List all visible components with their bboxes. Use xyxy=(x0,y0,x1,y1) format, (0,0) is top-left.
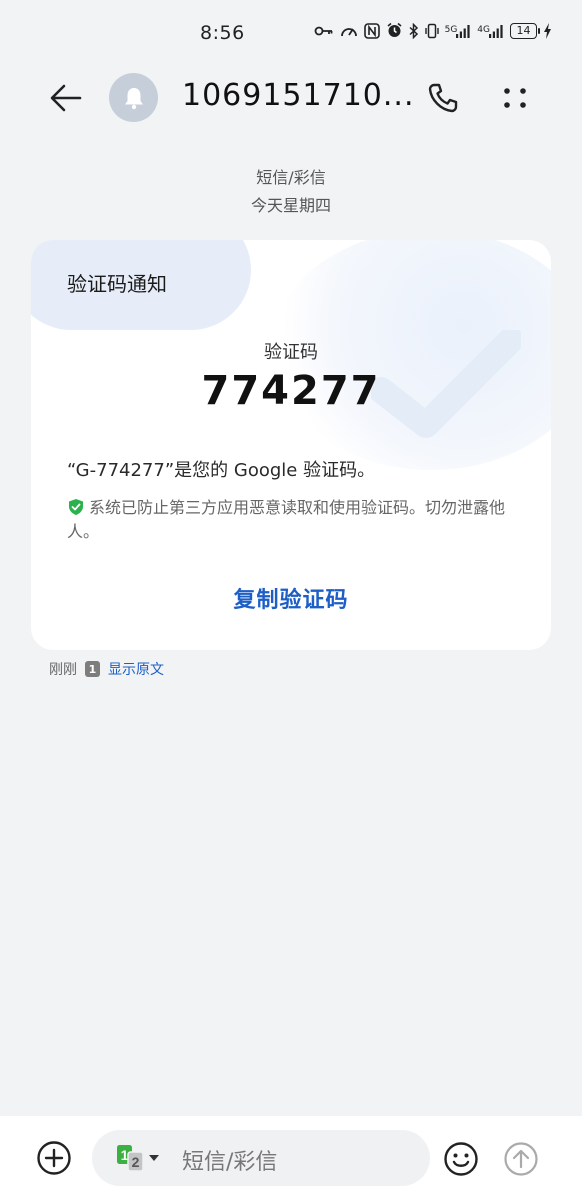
plus-circle-icon xyxy=(37,1141,71,1175)
copy-code-button[interactable]: 复制验证码 xyxy=(31,582,551,614)
call-button[interactable] xyxy=(423,78,463,118)
message-time: 刚刚 xyxy=(49,662,77,678)
card-title: 验证码通知 xyxy=(67,272,167,296)
status-icons: 5G 4G 14 xyxy=(314,22,552,39)
signal-icon-2: 4G xyxy=(477,24,504,38)
vibrate-icon xyxy=(424,23,439,39)
composer-bar: 1 2 短信/彩信 xyxy=(0,1116,582,1200)
status-bar: 8:56 5G 4G 14 xyxy=(0,0,582,68)
send-button[interactable] xyxy=(503,1141,539,1177)
battery-icon: 14 xyxy=(510,22,540,39)
verification-code[interactable]: 774277 xyxy=(31,368,551,414)
security-note: 系统已防止第三方应用恶意读取和使用验证码。切勿泄露他人。 xyxy=(67,496,527,544)
date-label: 今天星期四 xyxy=(250,196,331,215)
input-placeholder: 短信/彩信 xyxy=(182,1150,278,1175)
show-original-link[interactable]: 显示原文 xyxy=(108,659,164,679)
status-time: 8:56 xyxy=(200,22,245,44)
avatar[interactable] xyxy=(109,73,158,122)
charging-icon xyxy=(543,22,552,39)
more-dots-icon xyxy=(504,88,526,108)
back-arrow-icon xyxy=(50,84,82,112)
bluetooth-icon xyxy=(409,22,419,39)
security-note-text: 系统已防止第三方应用恶意读取和使用验证码。切勿泄露他人。 xyxy=(67,498,506,541)
code-label: 验证码 xyxy=(264,342,318,363)
sim-switch-button[interactable]: 1 2 xyxy=(116,1144,164,1172)
channel-label: 短信/彩信 xyxy=(256,168,326,187)
alarm-icon xyxy=(386,22,403,39)
speed-icon xyxy=(340,23,358,39)
conversation-header: 1069151710... xyxy=(0,68,582,130)
shield-icon xyxy=(69,499,83,515)
dropdown-arrow-icon xyxy=(149,1155,159,1161)
sim-card-icon: 1 2 xyxy=(117,1145,159,1172)
more-options-button[interactable] xyxy=(498,78,534,118)
message-footer: 刚刚 1 显示原文 xyxy=(49,659,164,679)
sim-badge: 1 xyxy=(85,661,100,677)
thread-meta: 短信/彩信 今天星期四 xyxy=(0,164,582,220)
battery-level: 14 xyxy=(516,24,531,37)
nfc-icon xyxy=(363,22,380,39)
bell-icon xyxy=(124,87,143,109)
sim-2-glyph: 2 xyxy=(132,1154,140,1170)
key-icon xyxy=(314,25,334,37)
phone-icon xyxy=(428,83,458,113)
verification-card[interactable]: 验证码通知 验证码 774277 “G-774277”是您的 Google 验证… xyxy=(31,240,551,650)
message-input[interactable]: 1 2 短信/彩信 xyxy=(92,1130,430,1186)
emoji-button[interactable] xyxy=(443,1141,479,1177)
signal-icon-1: 5G xyxy=(445,24,472,38)
contact-name[interactable]: 1069151710... xyxy=(182,78,414,113)
smiley-icon xyxy=(444,1142,478,1176)
sms-body: “G-774277”是您的 Google 验证码。 xyxy=(67,460,376,481)
add-attachment-button[interactable] xyxy=(36,1140,72,1176)
back-button[interactable] xyxy=(44,78,88,118)
send-arrow-up-icon xyxy=(504,1142,538,1176)
